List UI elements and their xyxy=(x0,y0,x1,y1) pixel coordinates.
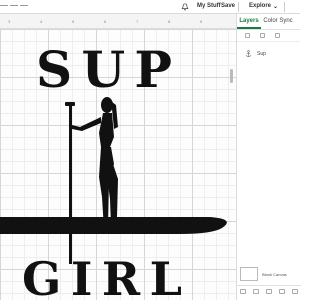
chevron-down-icon: ⌄ xyxy=(273,4,279,10)
design-artwork[interactable]: SUP GIRL xyxy=(0,29,236,300)
slice-icon[interactable] xyxy=(240,289,247,294)
paddle-shaft xyxy=(69,104,72,264)
ruler-mark: 9 xyxy=(200,19,203,24)
anchor-icon xyxy=(245,50,252,57)
canvas-scrollbar[interactable] xyxy=(230,69,233,83)
layer-label: Sup xyxy=(257,51,266,57)
tab-color-sync[interactable]: Color Sync xyxy=(261,14,295,29)
contour-icon[interactable] xyxy=(291,289,298,294)
blank-canvas-label: Blank Canvas xyxy=(262,271,287,277)
layers-panel: Layers Color Sync Sup Blank Canvas xyxy=(236,14,301,300)
design-canvas[interactable]: SUP GIRL xyxy=(0,29,236,300)
blank-canvas-swatch[interactable] xyxy=(240,267,258,281)
combine-icon[interactable] xyxy=(253,289,260,294)
tab-layers[interactable]: Layers xyxy=(237,14,261,29)
layer-item[interactable]: Sup xyxy=(245,50,266,58)
header-divider xyxy=(238,2,239,12)
ruler-mark: 6 xyxy=(104,19,107,24)
my-stuff-link[interactable]: My Stuff xyxy=(197,3,221,9)
duplicate-icon[interactable] xyxy=(260,33,265,38)
panel-tabs: Layers Color Sync xyxy=(237,14,300,30)
top-header: My Stuff Save Explore ⌄ xyxy=(0,0,300,14)
design-text-girl[interactable]: GIRL xyxy=(22,252,188,300)
ruler-mark: 8 xyxy=(168,19,171,24)
header-divider-2 xyxy=(284,2,285,12)
paddle-board xyxy=(0,217,227,234)
top-ruler: 3 4 5 6 7 8 9 xyxy=(0,14,236,29)
blank-canvas-row[interactable]: Blank Canvas xyxy=(240,267,287,281)
panel-bottom-tools xyxy=(237,285,301,300)
paddle-grip xyxy=(65,102,75,106)
panel-toolbar xyxy=(237,30,300,42)
design-text-sup[interactable]: SUP xyxy=(36,40,176,99)
bell-icon[interactable] xyxy=(181,3,189,11)
explore-menu[interactable]: Explore ⌄ xyxy=(249,3,278,10)
ruler-mark: 7 xyxy=(136,19,139,24)
save-button[interactable]: Save xyxy=(221,3,235,9)
explore-label: Explore xyxy=(249,3,272,9)
delete-icon[interactable] xyxy=(275,33,280,38)
header-menu-stub[interactable] xyxy=(0,2,52,12)
ruler-mark: 3 xyxy=(8,19,11,24)
attach-icon[interactable] xyxy=(265,289,272,294)
ruler-mark: 5 xyxy=(72,19,75,24)
group-icon[interactable] xyxy=(245,33,250,38)
ruler-mark: 4 xyxy=(40,19,43,24)
flatten-icon[interactable] xyxy=(278,289,285,294)
woman-silhouette xyxy=(72,97,120,230)
